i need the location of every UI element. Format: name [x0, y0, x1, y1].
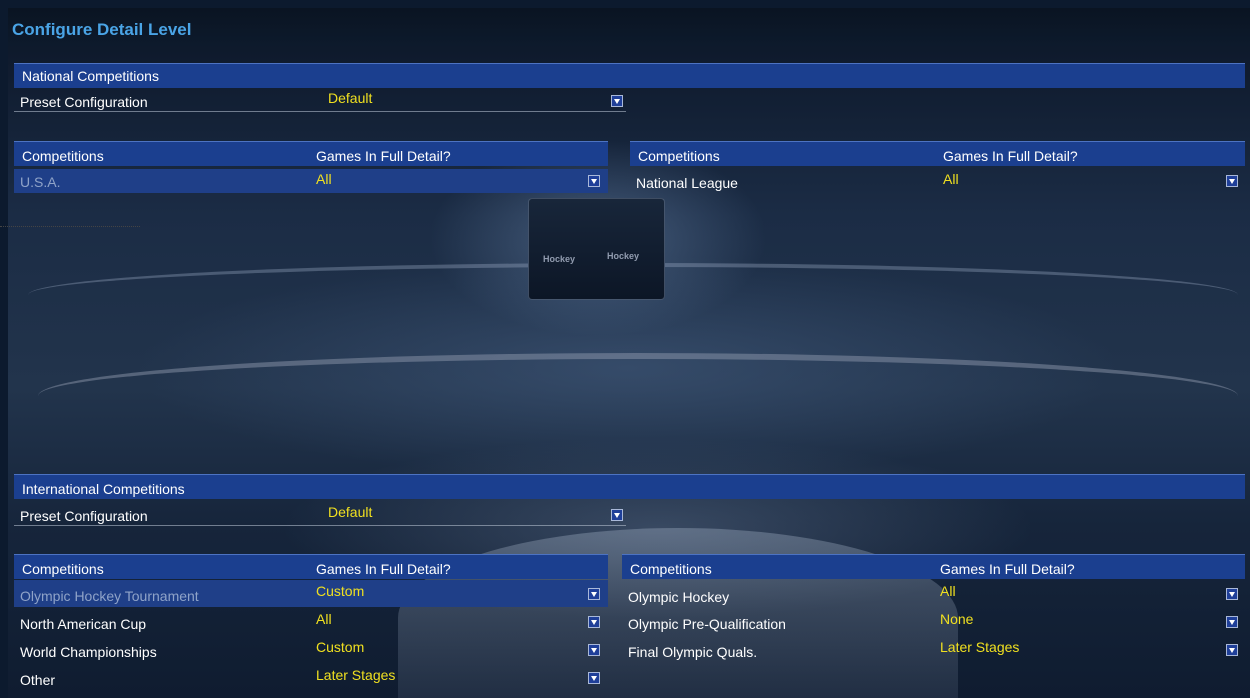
arena-ring-lower	[38, 353, 1238, 439]
chevron-down-icon[interactable]	[1226, 644, 1238, 656]
col-games-full-detail: Games In Full Detail?	[940, 561, 1075, 577]
international-preset-row[interactable]: Preset Configuration Default	[14, 502, 626, 526]
detail-value[interactable]: Custom	[316, 639, 364, 655]
competition-name: Final Olympic Quals.	[628, 644, 758, 660]
title-bar: Configure Detail Level	[8, 8, 1250, 46]
international-right-table-header: Competitions Games In Full Detail?	[622, 554, 1245, 579]
scoreboard-text-left: Hockey	[543, 254, 576, 264]
detail-value[interactable]: All	[316, 611, 332, 627]
international-section-title: International Competitions	[22, 481, 185, 497]
col-games-full-detail: Games In Full Detail?	[943, 148, 1078, 164]
detail-value[interactable]: Later Stages	[940, 639, 1019, 655]
national-preset-dropdown-icon[interactable]	[611, 95, 623, 107]
detail-value[interactable]: All	[316, 171, 332, 187]
col-competitions: Competitions	[22, 561, 104, 577]
table-row[interactable]: World Championships Custom	[14, 636, 608, 664]
chevron-down-icon[interactable]	[1226, 588, 1238, 600]
competition-name: World Championships	[20, 644, 157, 660]
competition-name: Other	[20, 672, 56, 688]
table-row[interactable]: National League All	[630, 169, 1245, 193]
detail-value[interactable]: None	[940, 611, 973, 627]
competition-name: Olympic Hockey	[628, 589, 730, 605]
international-preset-value[interactable]: Default	[328, 504, 372, 520]
arena-scoreboard: Hockey Hockey	[528, 198, 665, 300]
table-row[interactable]: U.S.A. All	[14, 169, 608, 193]
international-section-header: International Competitions	[14, 474, 1245, 499]
detail-value[interactable]: Custom	[316, 583, 364, 599]
competition-name: Olympic Pre-Qualification	[628, 616, 786, 632]
international-preset-dropdown-icon[interactable]	[611, 509, 623, 521]
competition-name: National League	[636, 175, 738, 191]
competition-name: Olympic Hockey Tournament	[20, 588, 199, 604]
scoreboard-text-right: Hockey	[607, 251, 640, 261]
chevron-down-icon[interactable]	[1226, 175, 1238, 187]
col-competitions: Competitions	[22, 148, 104, 164]
competition-name: North American Cup	[20, 616, 147, 632]
table-row[interactable]: Olympic Hockey All	[622, 580, 1245, 608]
international-left-table-header: Competitions Games In Full Detail?	[14, 554, 608, 579]
detail-value[interactable]: All	[940, 583, 956, 599]
national-preset-row[interactable]: Preset Configuration Default	[14, 88, 626, 112]
col-competitions: Competitions	[630, 561, 712, 577]
chevron-down-icon[interactable]	[588, 644, 600, 656]
national-section-title: National Competitions	[22, 68, 159, 84]
national-left-table-header: Competitions Games In Full Detail?	[14, 141, 608, 166]
col-competitions: Competitions	[638, 148, 720, 164]
arena-ring-upper	[28, 263, 1238, 327]
competition-name: U.S.A.	[20, 174, 61, 190]
national-preset-value[interactable]: Default	[328, 90, 372, 106]
national-preset-label: Preset Configuration	[20, 94, 148, 110]
window-title: Configure Detail Level	[12, 20, 192, 39]
national-right-table-header: Competitions Games In Full Detail?	[630, 141, 1245, 166]
col-games-full-detail: Games In Full Detail?	[316, 561, 451, 577]
chevron-down-icon[interactable]	[1226, 616, 1238, 628]
national-section-header: National Competitions	[14, 63, 1245, 88]
international-preset-label: Preset Configuration	[20, 508, 148, 524]
chevron-down-icon[interactable]	[588, 175, 600, 187]
table-row[interactable]: Other Later Stages	[14, 664, 608, 692]
table-row[interactable]: North American Cup All	[14, 608, 608, 636]
chevron-down-icon[interactable]	[588, 588, 600, 600]
table-row[interactable]: Olympic Pre-Qualification None	[622, 608, 1245, 636]
detail-value[interactable]: All	[943, 171, 959, 187]
col-games-full-detail: Games In Full Detail?	[316, 148, 451, 164]
chevron-down-icon[interactable]	[588, 672, 600, 684]
table-row[interactable]: Final Olympic Quals. Later Stages	[622, 636, 1245, 664]
table-row[interactable]: Olympic Hockey Tournament Custom	[14, 580, 608, 607]
chevron-down-icon[interactable]	[588, 616, 600, 628]
detail-value[interactable]: Later Stages	[316, 667, 395, 683]
